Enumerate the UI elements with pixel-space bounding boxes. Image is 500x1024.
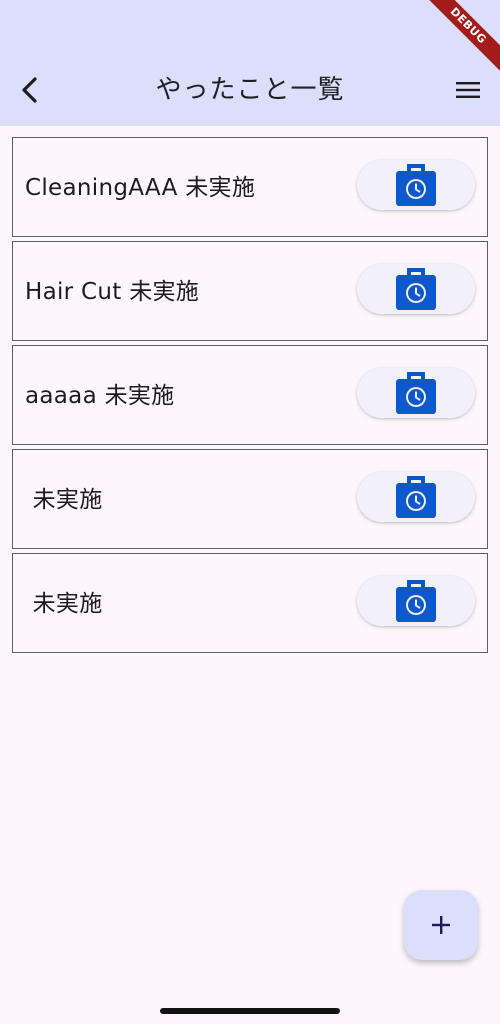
item-label: Hair Cut 未実施 — [25, 279, 200, 305]
item-action-button[interactable] — [357, 264, 475, 314]
item-action-button[interactable] — [357, 160, 475, 210]
work-history-icon — [396, 268, 436, 310]
list-item: Hair Cut 未実施 — [12, 241, 488, 341]
item-action-button[interactable] — [357, 576, 475, 626]
list-item: 未実施 — [12, 553, 488, 653]
list-item: CleaningAAA 未実施 — [12, 137, 488, 237]
work-history-icon — [396, 476, 436, 518]
work-history-icon — [396, 580, 436, 622]
app-bar: やったこと一覧 — [0, 0, 500, 126]
page-title: やったこと一覧 — [155, 75, 345, 105]
item-label: CleaningAAA 未実施 — [25, 175, 256, 201]
add-fab-button[interactable] — [404, 890, 478, 960]
done-items-list: CleaningAAA 未実施 Hair Cut 未実施 aaaaa 未実施 未… — [12, 137, 488, 657]
home-indicator[interactable] — [160, 1008, 340, 1014]
hamburger-menu-icon — [456, 82, 480, 98]
work-history-icon — [396, 164, 436, 206]
item-label: aaaaa 未実施 — [25, 383, 175, 409]
item-action-button[interactable] — [357, 368, 475, 418]
work-history-icon — [396, 372, 436, 414]
list-item: 未実施 — [12, 449, 488, 549]
menu-button[interactable] — [450, 72, 486, 108]
list-item: aaaaa 未実施 — [12, 345, 488, 445]
item-label: 未実施 — [25, 487, 103, 513]
add-icon — [432, 916, 450, 934]
item-label: 未実施 — [25, 591, 103, 617]
item-action-button[interactable] — [357, 472, 475, 522]
